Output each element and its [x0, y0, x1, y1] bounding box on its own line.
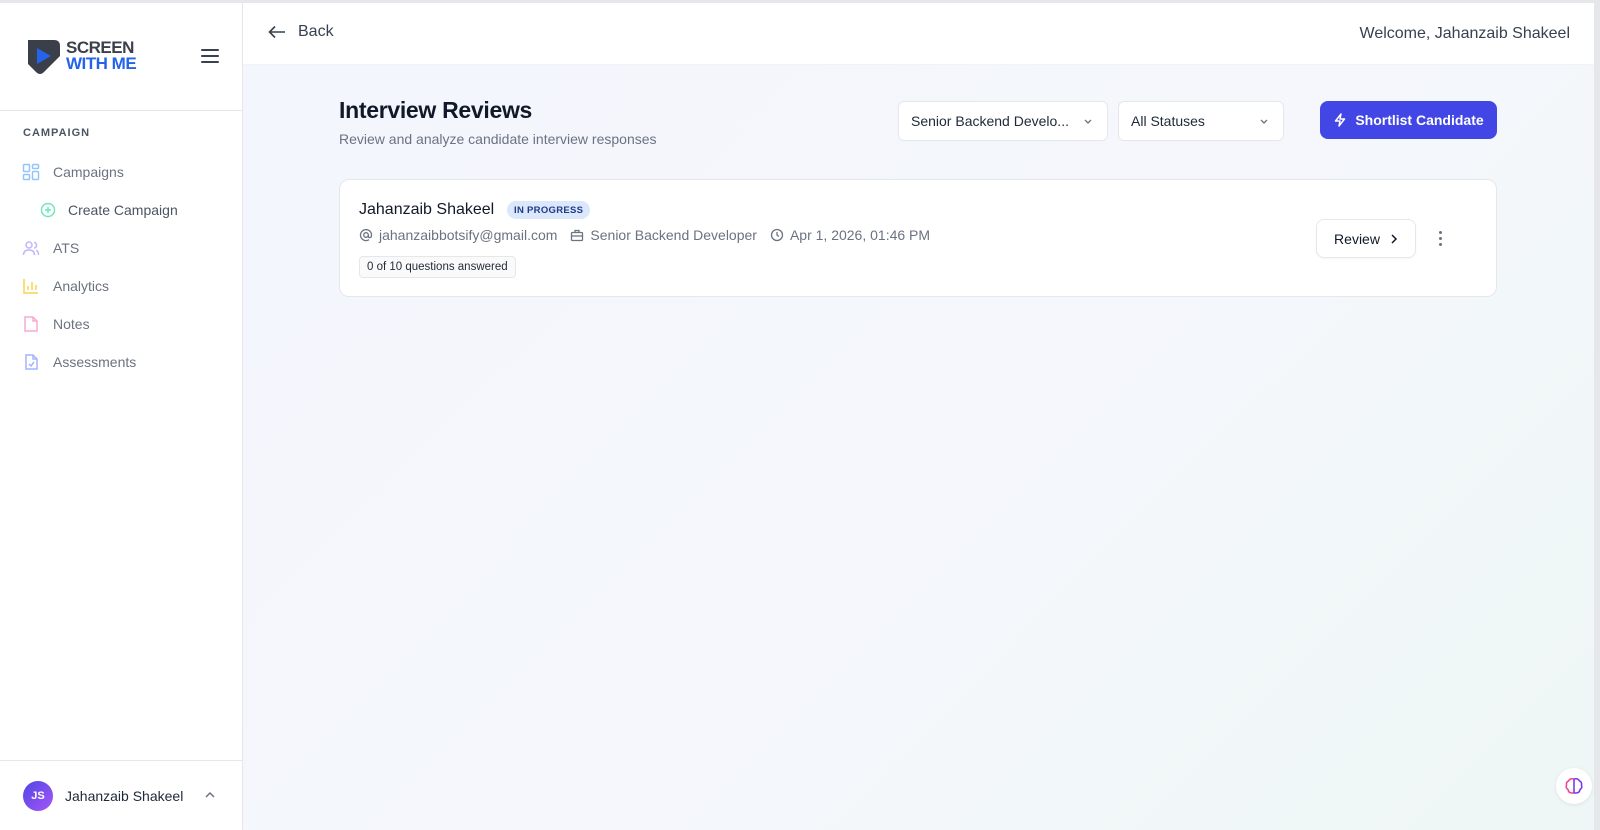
chevron-up-icon — [205, 791, 215, 798]
candidate-email-text: jahanzaibbotsify@gmail.com — [379, 227, 558, 243]
chevron-down-icon — [1260, 119, 1268, 124]
brand-header: SCREEN WITH ME — [0, 3, 243, 111]
page-title: Interview Reviews — [339, 97, 533, 123]
campaign-filter-select[interactable]: Senior Backend Develo... — [898, 101, 1108, 141]
plus-circle-icon — [40, 202, 56, 218]
logo-text: SCREEN WITH ME — [66, 39, 137, 73]
file-check-icon — [22, 353, 40, 371]
chevron-right-icon — [1391, 233, 1398, 244]
sidebar-item-label: Campaigns — [53, 164, 124, 180]
status-badge: IN PROGRESS — [507, 201, 591, 219]
sidebar-item-notes[interactable]: Notes — [22, 312, 90, 336]
back-button[interactable]: Back — [268, 23, 334, 41]
logo-mark-icon — [28, 40, 60, 74]
welcome-text: Welcome, Jahanzaib Shakeel — [1359, 25, 1571, 42]
questions-progress-tag: 0 of 10 questions answered — [359, 256, 516, 278]
logo-line-2: WITH ME — [66, 54, 137, 73]
page-scrollbar[interactable] — [1594, 3, 1600, 830]
candidate-email: jahanzaibbotsify@gmail.com — [359, 227, 557, 243]
review-label: Review — [1334, 230, 1380, 247]
briefcase-icon — [571, 229, 584, 242]
candidate-datetime-text: Apr 1, 2026, 01:46 PM — [789, 227, 931, 243]
sidebar-item-ats[interactable]: ATS — [22, 236, 79, 260]
user-menu[interactable]: JS Jahanzaib Shakeel — [0, 760, 243, 830]
bar-chart-icon — [22, 277, 40, 295]
review-button[interactable]: Review — [1316, 219, 1416, 258]
main-content: Back Welcome, Jahanzaib Shakeel Intervie… — [243, 3, 1600, 830]
logo[interactable]: SCREEN WITH ME — [24, 36, 137, 76]
ai-assistant-button[interactable] — [1556, 768, 1592, 804]
lightning-icon — [1335, 113, 1346, 127]
candidate-card: Jahanzaib Shakeel IN PROGRESS jahanzaibb… — [339, 179, 1497, 297]
grid-icon — [22, 163, 40, 181]
sidebar-item-campaigns[interactable]: Campaigns — [22, 160, 124, 184]
avatar: JS — [23, 780, 53, 811]
sidebar-item-label: Analytics — [53, 278, 110, 294]
sidebar-item-label: Assessments — [53, 354, 137, 370]
candidate-role: Senior Backend Developer — [570, 227, 757, 243]
sidebar-item-assessments[interactable]: Assessments — [22, 350, 136, 374]
hamburger-menu-icon[interactable] — [201, 49, 219, 65]
chevron-down-icon — [1084, 119, 1092, 124]
arrow-left-icon — [268, 25, 285, 39]
more-options-icon[interactable] — [1432, 227, 1448, 249]
campaign-filter-value: Senior Backend Develo... — [911, 113, 1069, 129]
sidebar-item-create-campaign[interactable]: Create Campaign — [40, 198, 178, 222]
at-sign-icon — [359, 229, 373, 242]
status-filter-value: All Statuses — [1131, 113, 1205, 129]
status-filter-select[interactable]: All Statuses — [1118, 101, 1284, 141]
shortlist-candidate-button[interactable]: Shortlist Candidate — [1320, 101, 1497, 139]
note-icon — [22, 315, 40, 333]
clock-icon — [770, 228, 784, 242]
page-subtitle: Review and analyze candidate interview r… — [339, 131, 657, 147]
users-icon — [22, 239, 40, 257]
candidate-meta: jahanzaibbotsify@gmail.com Senior Backen… — [359, 227, 943, 243]
sidebar: SCREEN WITH ME CAMPAIGN Campaigns Create… — [0, 3, 243, 830]
sidebar-item-analytics[interactable]: Analytics — [22, 274, 109, 298]
candidate-role-text: Senior Backend Developer — [590, 227, 757, 243]
candidate-datetime: Apr 1, 2026, 01:46 PM — [770, 227, 930, 243]
sidebar-item-label: ATS — [53, 240, 80, 256]
back-label: Back — [298, 23, 334, 40]
shortlist-label: Shortlist Candidate — [1355, 112, 1484, 128]
sidebar-section-label: CAMPAIGN — [23, 127, 91, 139]
sidebar-item-label: Create Campaign — [68, 202, 178, 218]
topbar: Back Welcome, Jahanzaib Shakeel — [243, 3, 1600, 65]
user-name: Jahanzaib Shakeel — [65, 787, 184, 804]
sidebar-item-label: Notes — [53, 316, 90, 332]
brain-icon — [1565, 777, 1583, 794]
candidate-name: Jahanzaib Shakeel — [359, 201, 495, 218]
